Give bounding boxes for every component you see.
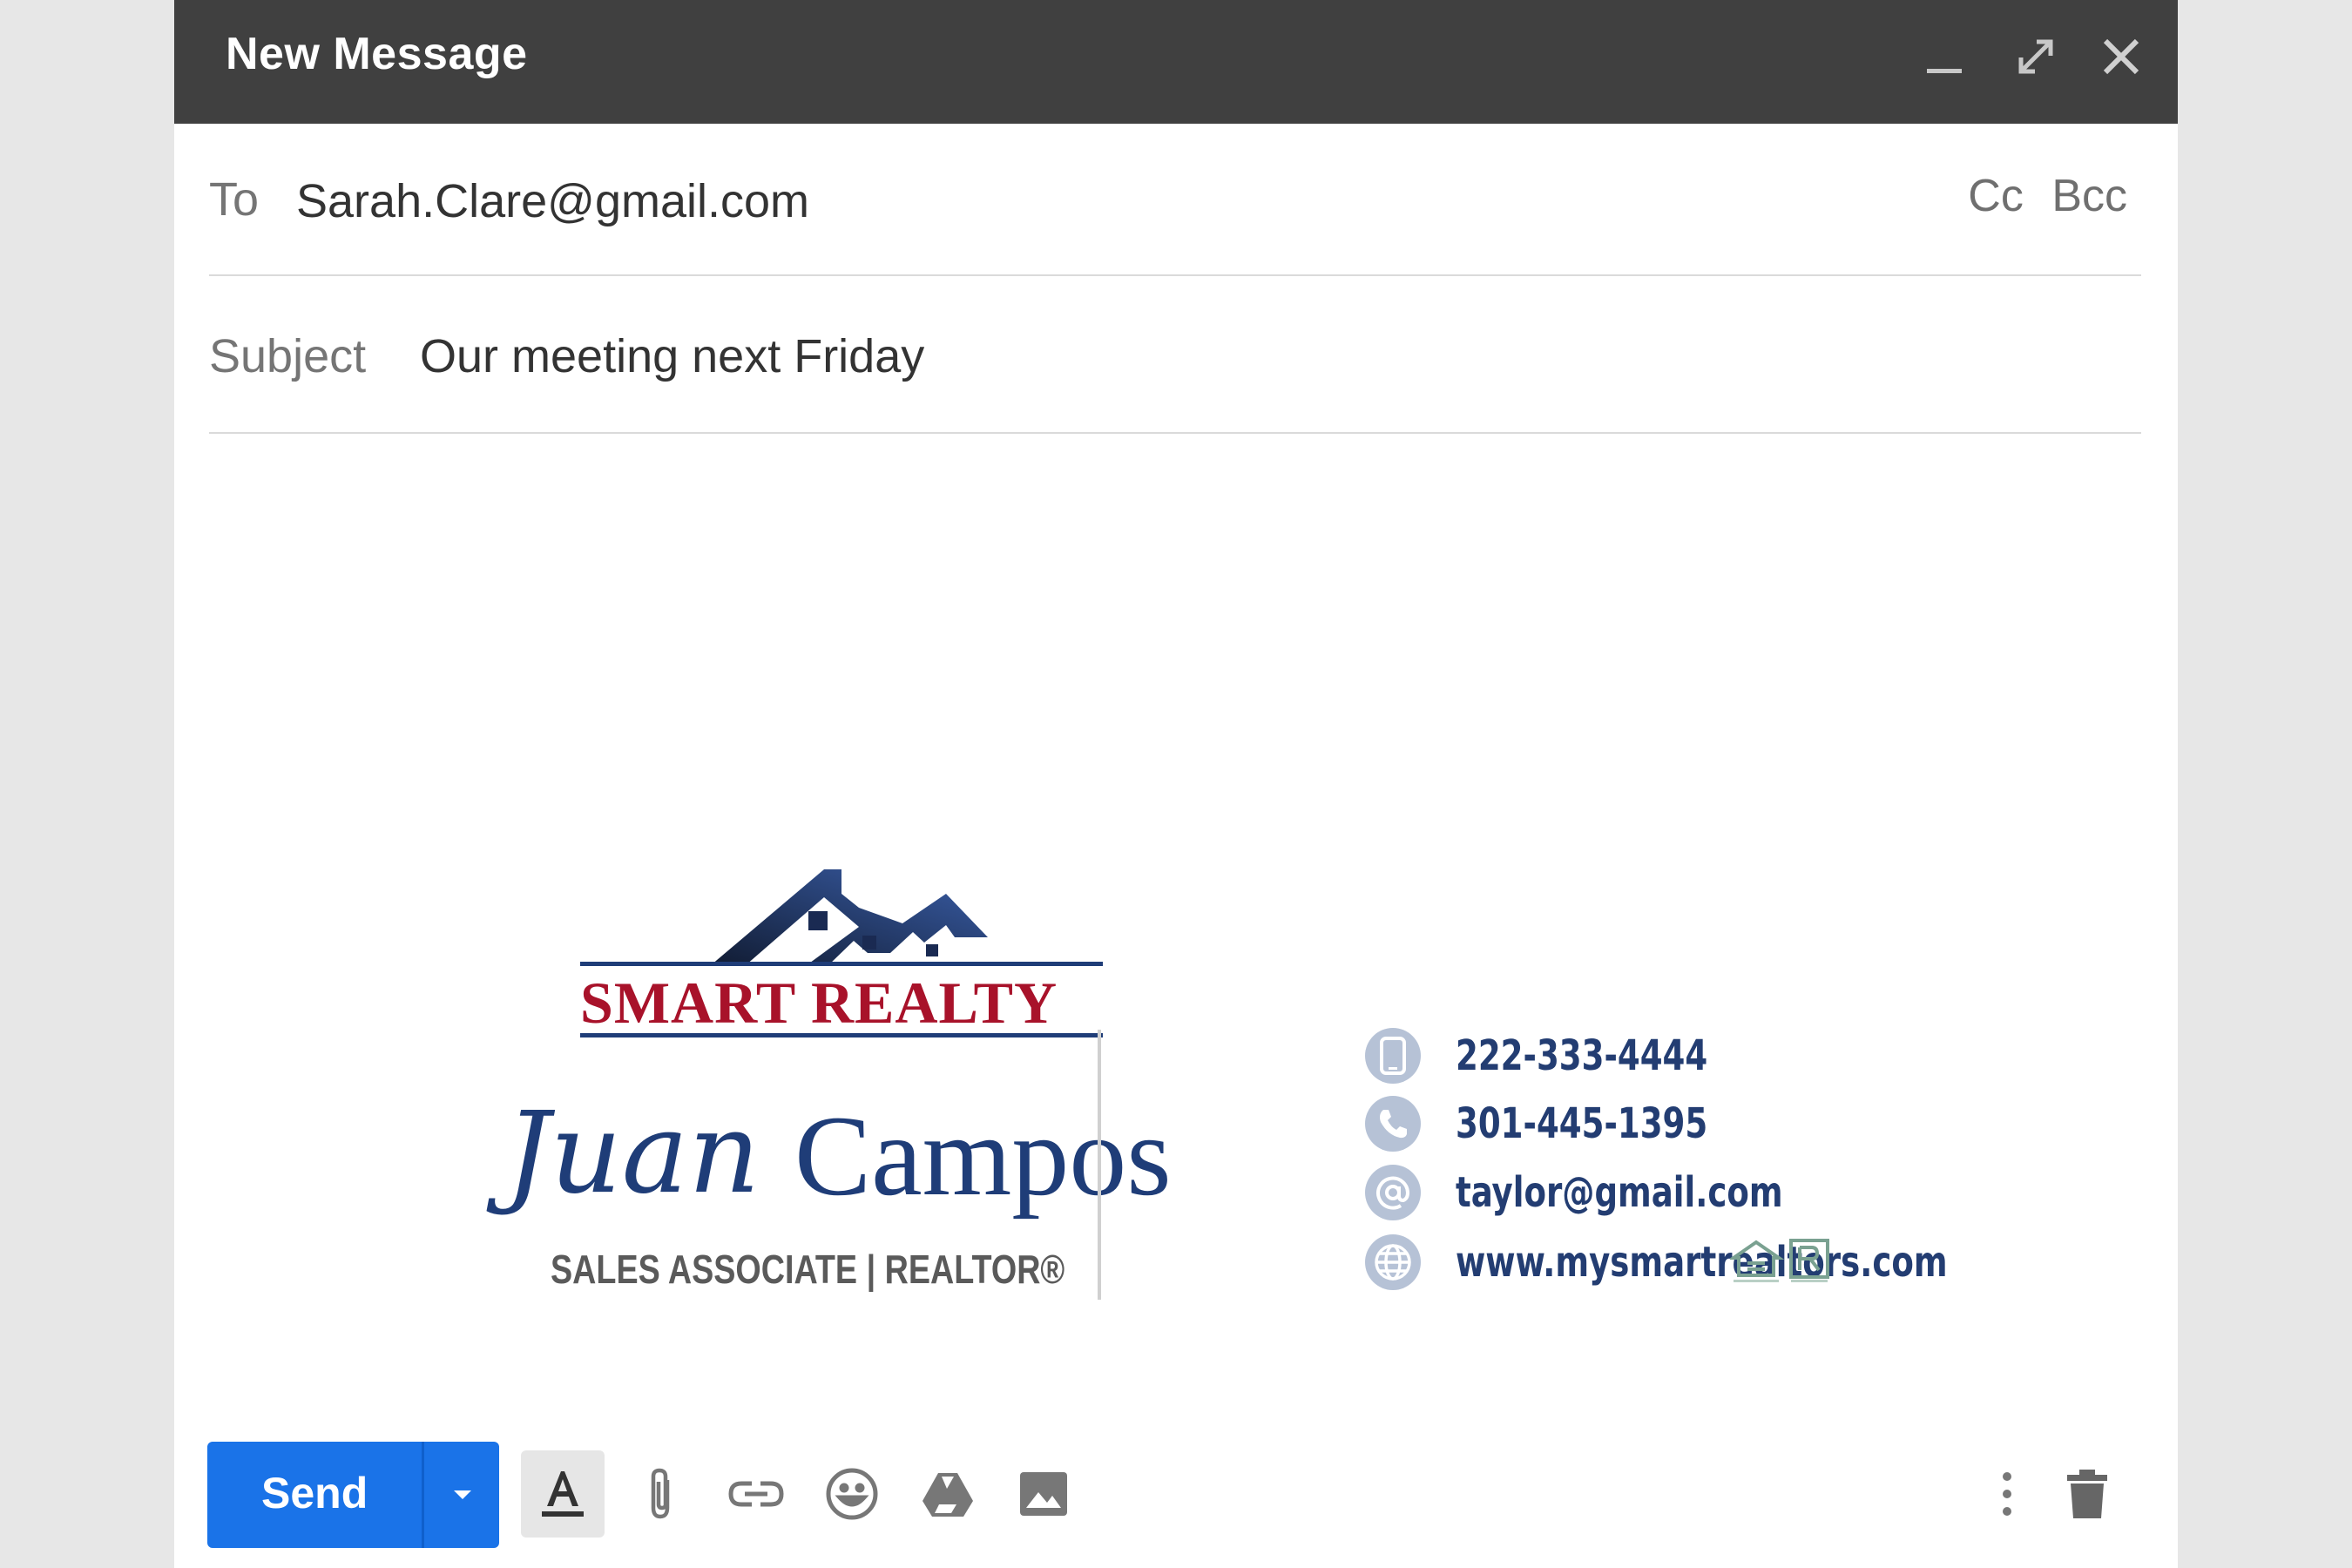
subject-label: Subject [209, 330, 367, 382]
emoji-icon[interactable] [810, 1450, 894, 1538]
subject-divider [209, 432, 2141, 434]
contact-phone: 301-445-1395 [1365, 1096, 1748, 1152]
send-button-group: Send [207, 1442, 499, 1548]
message-body[interactable] [209, 453, 2141, 845]
contact-website: www.mysmartrealtors.com [1365, 1234, 2027, 1290]
compose-titlebar: New Message [174, 0, 2178, 124]
drive-icon[interactable] [906, 1450, 990, 1538]
realty-logo-icon [580, 869, 1103, 966]
signature-divider [1098, 1030, 1101, 1300]
at-sign-icon [1365, 1165, 1421, 1220]
send-split-divider [422, 1442, 424, 1548]
contact-mobile-text: 222-333-4444 [1456, 1031, 1708, 1080]
mobile-phone-icon [1365, 1028, 1421, 1084]
signature-role: SALES ASSOCIATE | REALTOR® [551, 1247, 1065, 1292]
send-button[interactable]: Send [261, 1468, 368, 1518]
compose-window: New Message To Sarah.Clare@gmail.com Cc … [174, 0, 2178, 1568]
phone-icon [1365, 1096, 1421, 1152]
brand-underline [580, 1033, 1103, 1037]
subject-field[interactable]: Our meeting next Friday [420, 329, 924, 383]
contact-email: taylor@gmail.com [1365, 1165, 1836, 1220]
contact-website-text[interactable]: www.mysmartrealtors.com [1456, 1238, 1948, 1287]
attach-icon[interactable] [618, 1450, 702, 1538]
realtor-badges-icon [1730, 1239, 1829, 1282]
text-format-icon[interactable] [521, 1450, 605, 1538]
minimize-icon[interactable] [1914, 26, 1975, 87]
signature-last-name: Campos [794, 1092, 1172, 1220]
to-divider [209, 274, 2141, 276]
brand-name: SMART REALTY [580, 970, 1058, 1036]
send-options-chevron-down-icon[interactable] [425, 1442, 499, 1548]
window-title: New Message [226, 29, 528, 79]
contact-email-text[interactable]: taylor@gmail.com [1456, 1168, 1783, 1217]
bcc-link[interactable]: Bcc [2051, 171, 2127, 221]
cc-bcc-links: Cc Bcc [1968, 170, 2127, 222]
link-icon[interactable] [714, 1450, 798, 1538]
close-icon[interactable] [2091, 26, 2152, 87]
cc-link[interactable]: Cc [1968, 171, 2024, 221]
contact-phone-text: 301-445-1395 [1456, 1099, 1708, 1148]
globe-icon [1365, 1234, 1421, 1290]
photo-icon[interactable] [1002, 1450, 1085, 1538]
more-options-icon[interactable] [1981, 1450, 2033, 1538]
contact-mobile: 222-333-4444 [1365, 1028, 1748, 1084]
signature-first-name: Juan [505, 1089, 760, 1219]
trash-icon[interactable] [2045, 1450, 2129, 1538]
to-label: To [209, 173, 260, 226]
to-field[interactable]: Sarah.Clare@gmail.com [296, 174, 809, 228]
expand-icon[interactable] [2005, 26, 2066, 87]
